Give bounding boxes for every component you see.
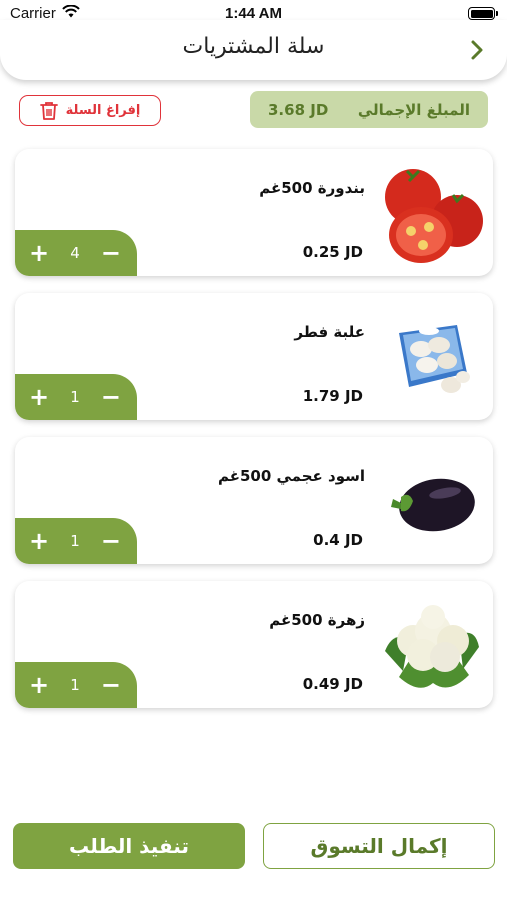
submit-order-label: تنفيذ الطلب — [69, 834, 189, 858]
decrease-button[interactable]: − — [101, 385, 121, 409]
quantity-stepper[interactable]: + 1 − — [15, 518, 137, 564]
cart-item-card[interactable]: زهرة 500غم 0.49 JD + 1 − — [15, 581, 493, 708]
continue-shopping-button[interactable]: إكمال التسوق — [263, 823, 495, 869]
eggplant-icon — [391, 478, 475, 532]
battery-icon — [468, 7, 498, 20]
quantity-stepper[interactable]: + 1 − — [15, 374, 137, 420]
tomato-icon — [385, 169, 483, 263]
clear-cart-button[interactable]: إفراغ السلة — [19, 95, 161, 126]
total-label: المبلغ الإجمالي — [357, 100, 470, 119]
total-value: 3.68 JD — [268, 100, 329, 119]
mushroom-box-icon — [399, 325, 470, 393]
item-quantity: 1 — [70, 676, 80, 694]
cart-item-card[interactable]: علبة فطر 1.79 JD + 1 − — [15, 293, 493, 420]
item-name: زهرة 500غم — [269, 611, 365, 629]
trash-icon — [39, 101, 58, 120]
item-price: 1.79 JD — [302, 387, 363, 405]
increase-button[interactable]: + — [29, 529, 49, 553]
increase-button[interactable]: + — [29, 241, 49, 265]
increase-button[interactable]: + — [29, 385, 49, 409]
total-amount-badge: المبلغ الإجمالي 3.68 JD — [250, 91, 488, 128]
item-name: اسود عجمي 500غم — [217, 467, 365, 485]
item-quantity: 1 — [70, 532, 80, 550]
item-price: 0.49 JD — [302, 675, 363, 693]
quantity-stepper[interactable]: + 1 − — [15, 662, 137, 708]
item-price: 0.25 JD — [302, 243, 363, 261]
continue-shopping-label: إكمال التسوق — [310, 834, 448, 858]
item-name: علبة فطر — [294, 323, 365, 341]
header-bar: سلة المشتريات — [0, 20, 507, 80]
decrease-button[interactable]: − — [101, 673, 121, 697]
item-name: بندورة 500غم — [259, 179, 365, 197]
decrease-button[interactable]: − — [101, 529, 121, 553]
item-quantity: 1 — [70, 388, 80, 406]
cart-item-card[interactable]: بندورة 500غم 0.25 JD + 4 − — [15, 149, 493, 276]
quantity-stepper[interactable]: + 4 − — [15, 230, 137, 276]
cart-item-card[interactable]: اسود عجمي 500غم 0.4 JD + 1 − — [15, 437, 493, 564]
chevron-right-icon[interactable] — [465, 38, 489, 62]
page-title: سلة المشتريات — [182, 34, 325, 59]
cauliflower-icon — [385, 605, 479, 688]
item-quantity: 4 — [70, 244, 80, 262]
clear-cart-label: إفراغ السلة — [65, 103, 141, 118]
submit-order-button[interactable]: تنفيذ الطلب — [13, 823, 245, 869]
decrease-button[interactable]: − — [101, 241, 121, 265]
increase-button[interactable]: + — [29, 673, 49, 697]
item-price: 0.4 JD — [313, 531, 363, 549]
